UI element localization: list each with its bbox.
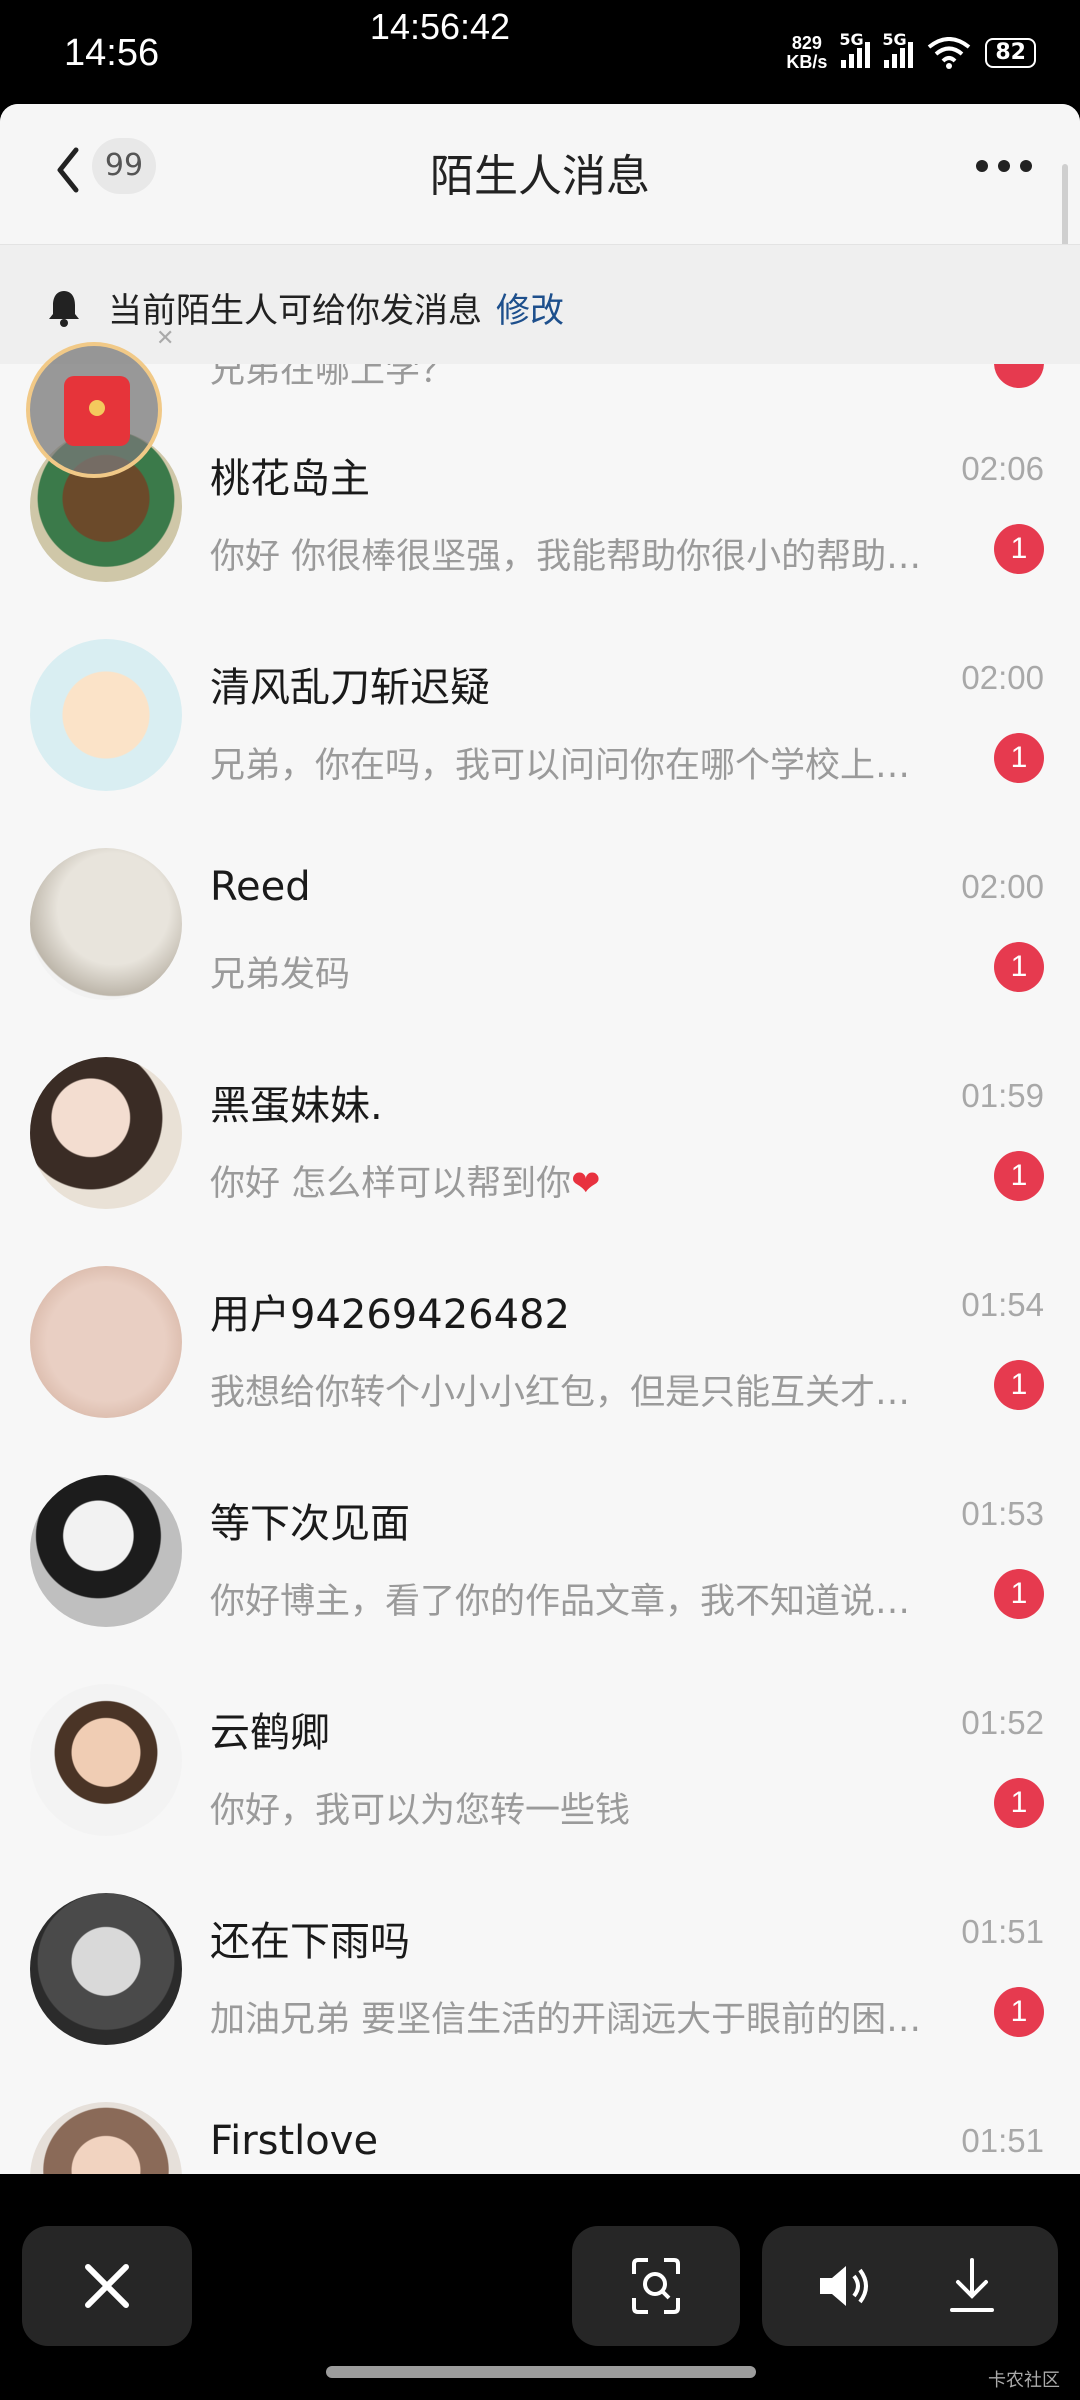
status-bar: 14:56 14:56:42 829 KB/s 5G 5G 82 [0,0,1080,100]
message-time: 01:51 [961,1913,1044,1950]
message-preview: 兄弟，你在吗，我可以问问你在哪个学校上… [210,746,911,786]
header: 99 陌生人消息 [0,104,1080,344]
contact-name: Reed [210,864,311,910]
status-icons: 829 KB/s 5G 5G 82 [786,30,1036,72]
unread-badge: 1 [994,942,1044,992]
volume-icon[interactable] [814,2256,878,2316]
heart-icon: ❤ [571,1164,601,1204]
message-time: 01:52 [961,1704,1044,1741]
red-packet-float-button[interactable] [26,342,162,478]
contact-name: 还在下雨吗 [210,1919,410,1965]
media-controls [762,2226,1058,2346]
scan-icon [632,2258,680,2314]
red-envelope-icon [64,376,130,446]
message-time: 02:00 [961,659,1044,696]
list-item[interactable]: 用户94269426482 01:54 我想给你转个小小小红包，但是只能互关才…… [0,1238,1080,1447]
scan-button[interactable] [572,2226,740,2346]
message-preview: 你好，我可以为您转一些钱 [210,1791,631,1831]
message-preview: 你好 怎么样可以帮到你❤ [210,1164,601,1204]
list-item[interactable]: 清风乱刀斩迟疑 02:00 兄弟，你在吗，我可以问问你在哪个学校上… 1 [0,611,1080,820]
message-time: 01:59 [961,1077,1044,1114]
watermark: 卡农社区 [988,2370,1060,2391]
message-preview: 你好 你很棒很坚强，我能帮助你很小的帮助… [210,537,922,577]
unread-badge [994,364,1044,388]
download-icon[interactable] [942,2254,1002,2318]
contact-name: 黑蛋妹妹. [210,1083,383,1129]
message-preview: 加油兄弟 要坚信生活的开阔远大于眼前的困… [210,2000,922,2040]
message-preview: 兄弟发码 [210,955,351,995]
avatar [30,848,182,1000]
network-speed: 829 KB/s [786,33,828,72]
wifi-icon [928,37,971,69]
unread-badge: 1 [994,524,1044,574]
list-item[interactable]: 还在下雨吗 01:51 加油兄弟 要坚信生活的开阔远大于眼前的困… 1 [0,1865,1080,2074]
avatar [30,1266,182,1418]
message-time: 02:06 [961,450,1044,487]
contact-name: 等下次见面 [210,1501,410,1547]
unread-badge: 1 [994,1987,1044,2037]
close-icon [85,2264,129,2308]
bottom-control-bar: 卡农社区 [0,2176,1080,2400]
unread-badge: 1 [994,1778,1044,1828]
close-button[interactable] [22,2226,192,2346]
message-preview: 你好博主，看了你的作品文章，我不知道说… [210,1582,911,1622]
list-item[interactable]: Firstlove 01:51 [0,2074,1080,2174]
unread-badge: 1 [994,1360,1044,1410]
battery-indicator: 82 [985,38,1036,68]
contact-name: 清风乱刀斩迟疑 [210,665,490,711]
list-item[interactable]: 黑蛋妹妹. 01:59 你好 怎么样可以帮到你❤ 1 [0,1029,1080,1238]
conversation-list[interactable]: 兄弟在哪上学？ 桃花岛主 02:06 你好 你很棒很坚强，我能帮助你很小的帮助…… [0,364,1080,2174]
list-item[interactable]: 云鹤卿 01:52 你好，我可以为您转一些钱 1 [0,1656,1080,1865]
unread-badge: 1 [994,1151,1044,1201]
more-icon[interactable] [976,160,1032,172]
message-time: 02:00 [961,868,1044,905]
list-item[interactable]: 等下次见面 01:53 你好博主，看了你的作品文章，我不知道说… 1 [0,1447,1080,1656]
signal-icon: 5G [882,30,914,68]
notice-text: 当前陌生人可给你发消息 修改 [108,291,564,331]
unread-badge: 1 [994,1569,1044,1619]
avatar [30,1893,182,2045]
avatar [30,1684,182,1836]
message-preview: 我想给你转个小小小红包，但是只能互关才… [210,1373,911,1413]
list-item[interactable]: 桃花岛主 02:06 你好 你很棒很坚强，我能帮助你很小的帮助… 1 [0,402,1080,611]
unread-badge: 1 [994,733,1044,783]
bell-icon [49,291,79,327]
close-icon[interactable]: ✕ [156,326,174,351]
contact-name: 用户94269426482 [210,1292,570,1338]
list-item[interactable]: Reed 02:00 兄弟发码 1 [0,820,1080,1029]
message-time: 01:51 [961,2122,1044,2159]
avatar [30,2102,182,2174]
contact-name: 云鹤卿 [210,1710,330,1756]
avatar [30,1057,182,1209]
list-item-partial[interactable]: 兄弟在哪上学？ [0,364,1080,394]
app-panel: 99 陌生人消息 当前陌生人可给你发消息 修改 兄弟在哪上学？ 桃花岛主 02:0… [0,104,1080,2174]
clock-overlay: 14:56:42 [369,6,511,47]
page-title: 陌生人消息 [430,151,650,202]
home-indicator[interactable] [326,2366,756,2378]
avatar [30,639,182,791]
message-time: 01:53 [961,1495,1044,1532]
signal-icon: 5G [839,30,871,68]
contact-name: 桃花岛主 [210,456,370,502]
modify-link[interactable]: 修改 [496,291,564,331]
contact-name: Firstlove [210,2118,379,2164]
avatar [30,1475,182,1627]
message-time: 01:54 [961,1286,1044,1323]
